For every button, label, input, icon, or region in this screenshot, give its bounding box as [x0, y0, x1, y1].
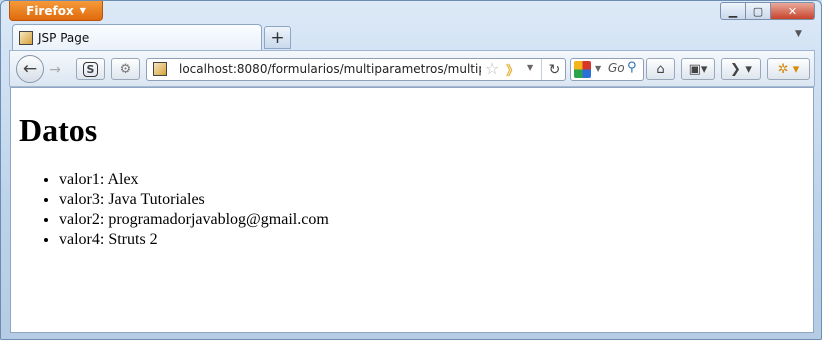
- maximize-button[interactable]: ▢: [746, 2, 771, 20]
- search-icon[interactable]: ⚲: [627, 60, 637, 75]
- tab-jsp-page[interactable]: JSP Page: [12, 24, 262, 50]
- firebug-icon: ✲ ▾: [777, 61, 800, 77]
- rss-icon[interactable]: 》: [506, 60, 519, 79]
- stumbleupon-icon: S: [82, 61, 99, 77]
- search-bar[interactable]: ▼ Go ⚲: [570, 58, 644, 81]
- tab-label: JSP Page: [38, 30, 90, 45]
- search-engine-dropdown-icon[interactable]: ▼: [595, 64, 601, 73]
- list-item: valor1: Alex: [59, 170, 329, 190]
- bookmarks-menu-button[interactable]: ▣▾: [681, 58, 715, 80]
- addon-icon: ⚙: [119, 61, 132, 77]
- bookmark-star-icon[interactable]: ☆: [485, 59, 499, 78]
- reload-icon: ↻: [548, 61, 561, 78]
- firefox-menu-label: Firefox: [26, 3, 74, 18]
- back-icon: ←: [22, 59, 38, 79]
- list-item: valor3: Java Tutoriales: [59, 190, 329, 210]
- addon-button[interactable]: ⚙: [111, 58, 140, 80]
- home-icon: ⌂: [656, 61, 665, 77]
- forward-button[interactable]: →: [45, 61, 65, 78]
- bookmarks-menu-icon: ▣▾: [688, 61, 708, 77]
- site-favicon-icon: [153, 62, 167, 76]
- page-favicon-icon: [19, 30, 33, 45]
- url-bar[interactable]: localhost:8080/formularios/multiparametr…: [146, 58, 566, 81]
- chevron-right-icon: ❯ ▾: [730, 61, 752, 77]
- close-button[interactable]: ✕: [771, 2, 815, 20]
- home-button[interactable]: ⌂: [646, 58, 675, 80]
- new-tab-button[interactable]: +: [264, 26, 291, 49]
- tab-list-dropdown-icon[interactable]: ▼: [795, 29, 802, 39]
- navigation-toolbar: ← → S ⚙ localhost:8080/formularios/multi…: [9, 50, 815, 87]
- url-history-dropdown-icon[interactable]: ▼: [527, 63, 533, 72]
- minimize-button[interactable]: ▁: [720, 2, 746, 20]
- more-tools-button[interactable]: ❯ ▾: [721, 58, 761, 80]
- list-item: valor4: Struts 2: [59, 230, 329, 250]
- firebug-button[interactable]: ✲ ▾: [767, 58, 810, 80]
- forward-icon: →: [49, 61, 61, 78]
- search-placeholder: Go: [608, 61, 625, 75]
- firefox-menu-button[interactable]: Firefox ▼: [9, 1, 103, 21]
- browser-window: Firefox ▼ ▁ ▢ ✕ JSP Page + ▼ ← → S ⚙ loc…: [0, 0, 822, 340]
- window-controls: ▁ ▢ ✕: [720, 2, 815, 20]
- stumbleupon-button[interactable]: S: [76, 58, 105, 80]
- page-content: Datos valor1: Alex valor3: Java Tutorial…: [10, 87, 814, 333]
- page-heading: Datos: [19, 112, 98, 148]
- back-button[interactable]: ←: [16, 55, 44, 83]
- data-list: valor1: Alex valor3: Java Tutoriales val…: [19, 170, 329, 250]
- caret-down-icon: ▼: [79, 6, 86, 15]
- reload-button[interactable]: ↻: [541, 59, 567, 80]
- google-icon[interactable]: [574, 61, 591, 78]
- list-item: valor2: programadorjavablog@gmail.com: [59, 210, 329, 230]
- url-text[interactable]: localhost:8080/formularios/multiparametr…: [179, 62, 481, 76]
